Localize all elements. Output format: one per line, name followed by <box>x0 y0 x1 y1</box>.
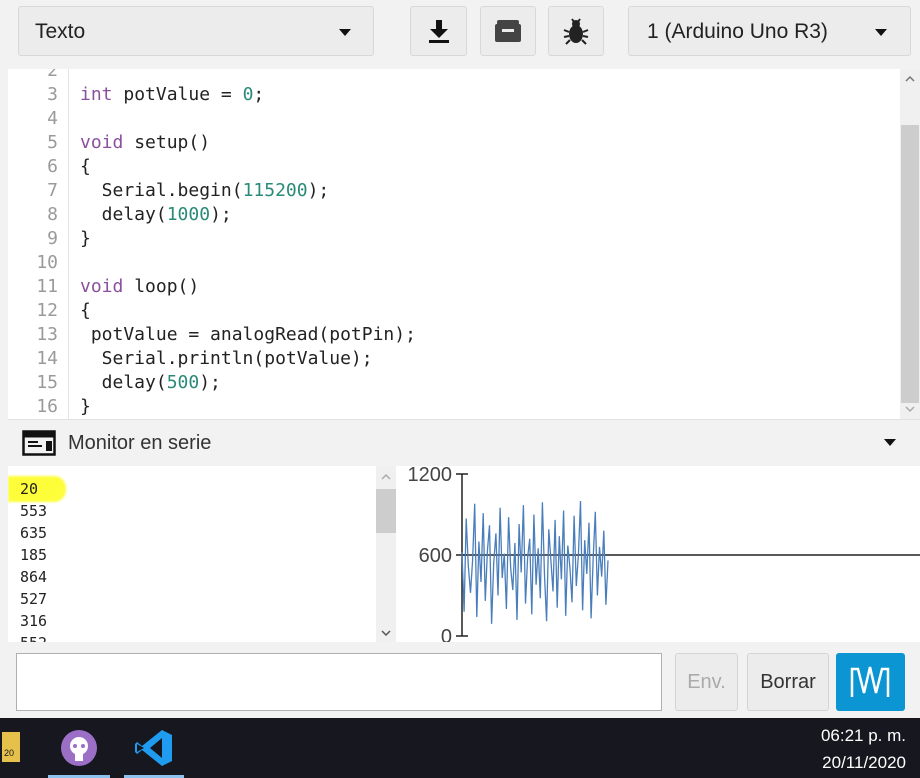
line-number: 4 <box>47 108 58 129</box>
code-text: delay(1000); <box>80 204 232 225</box>
line-number: 11 <box>36 276 58 297</box>
taskbar: 20 06:21 p. m. 20/11/2020 <box>0 718 920 778</box>
board-dropdown-label: 1 (Arduino Uno R3) <box>647 20 828 43</box>
serial-value: 316 <box>20 612 48 630</box>
code-text: } <box>80 396 91 417</box>
serial-value: 185 <box>20 546 48 564</box>
code-text: int potValue = 0; <box>80 84 265 105</box>
code-line[interactable]: 13 potValue = analogRead(potPin); <box>8 323 888 347</box>
chevron-down-icon <box>339 29 351 36</box>
line-number: 12 <box>36 300 58 321</box>
serial-input-row: Env. Borrar <box>0 644 920 718</box>
line-number: 16 <box>36 396 58 417</box>
code-line[interactable]: 3 int potValue = 0; <box>8 83 888 107</box>
archive-icon <box>495 20 521 42</box>
scroll-down-icon[interactable] <box>376 626 396 640</box>
code-line[interactable]: 16} <box>8 395 888 419</box>
serial-monitor-header[interactable]: Monitor en serie <box>8 419 920 467</box>
code-line[interactable]: 4 <box>8 107 888 131</box>
serial-value: 552 <box>20 634 47 642</box>
serial-input-field[interactable] <box>16 653 662 711</box>
mode-dropdown-label: Texto <box>35 20 86 43</box>
github-desktop-taskbar-item[interactable] <box>48 718 110 778</box>
download-icon <box>428 20 449 43</box>
clock-date[interactable]: 20/11/2020 <box>822 753 906 773</box>
clear-button[interactable]: Borrar <box>747 653 829 711</box>
code-line[interactable]: 14 Serial.println(potValue); <box>8 347 888 371</box>
send-button[interactable]: Env. <box>675 653 738 711</box>
line-number: 5 <box>47 132 58 153</box>
taskbar-badge: 20 <box>4 748 15 758</box>
scroll-up-icon[interactable] <box>900 71 920 87</box>
code-text: } <box>80 228 91 249</box>
monitor-window-icon <box>22 430 56 456</box>
line-number: 13 <box>36 324 58 345</box>
waveform-icon <box>850 666 890 697</box>
line-number: 9 <box>47 228 58 249</box>
code-line[interactable]: 6{ <box>8 155 888 179</box>
code-line[interactable]: 7 Serial.begin(115200); <box>8 179 888 203</box>
y-tick-label: 600 <box>419 545 452 567</box>
scroll-down-icon[interactable] <box>900 401 920 417</box>
code-line[interactable]: 8 delay(1000); <box>8 203 888 227</box>
components-button[interactable] <box>480 6 536 56</box>
code-text: void loop() <box>80 276 200 297</box>
code-text: Serial.println(potValue); <box>80 348 373 369</box>
serial-value: 527 <box>20 590 48 608</box>
y-tick-label: 0 <box>441 626 452 642</box>
series-line <box>461 500 609 624</box>
code-text: potValue = analogRead(potPin); <box>80 324 416 345</box>
editor-scrollbar-thumb[interactable] <box>901 125 919 403</box>
debugger-button[interactable] <box>548 6 604 56</box>
board-dropdown[interactable]: 1 (Arduino Uno R3) <box>628 6 911 56</box>
code-text: void setup() <box>80 132 211 153</box>
line-number: 10 <box>36 252 58 273</box>
scroll-up-icon[interactable] <box>376 470 396 484</box>
code-line[interactable]: 5 void setup() <box>8 131 888 155</box>
serial-output[interactable]: 20 553 635 185 864 527 316 552 <box>8 466 376 642</box>
vscode-taskbar-item[interactable] <box>124 718 184 778</box>
line-number: 6 <box>47 156 58 177</box>
y-tick-label: 1200 <box>408 466 453 486</box>
github-icon <box>61 730 97 766</box>
vscode-icon <box>135 730 172 766</box>
serial-monitor-title: Monitor en serie <box>68 432 212 454</box>
line-number: 3 <box>47 84 58 105</box>
serial-plotter: 1200 600 0 <box>396 466 920 642</box>
collapse-chevron-icon[interactable] <box>884 439 896 446</box>
code-line[interactable]: 11 void loop() <box>8 275 888 299</box>
line-number: 8 <box>47 204 58 225</box>
upload-button[interactable] <box>410 6 467 56</box>
code-text: { <box>80 300 91 321</box>
serial-value: 864 <box>20 568 48 586</box>
code-line[interactable]: 2 <box>8 69 888 83</box>
mode-dropdown[interactable]: Texto <box>18 6 374 56</box>
line-number: 2 <box>47 69 58 81</box>
code-text: { <box>80 156 91 177</box>
code-text: Serial.begin(115200); <box>80 180 330 201</box>
line-number: 14 <box>36 348 58 369</box>
code-line[interactable]: 9} <box>8 227 888 251</box>
chevron-down-icon <box>875 29 887 36</box>
serial-value: 20 <box>20 480 39 498</box>
serial-value: 635 <box>20 524 48 542</box>
code-line[interactable]: 15 delay(500); <box>8 371 888 395</box>
code-editor[interactable]: 2 3 int potValue = 0; 4 5 void setup() 6{7 Ser… <box>8 69 920 419</box>
line-number: 15 <box>36 372 58 393</box>
clock-time[interactable]: 06:21 p. m. <box>821 726 906 746</box>
code-line[interactable]: 10 <box>8 251 888 275</box>
plotter-toggle-button[interactable] <box>836 653 905 711</box>
plot-chart: 1200 600 0 <box>408 466 920 642</box>
serial-scrollbar-thumb[interactable] <box>376 489 396 533</box>
line-number: 7 <box>47 180 58 201</box>
bug-icon <box>563 18 589 45</box>
file-explorer-icon[interactable]: 20 <box>2 732 20 762</box>
code-line[interactable]: 12 { <box>8 299 888 323</box>
serial-value: 553 <box>20 502 48 520</box>
code-text: delay(500); <box>80 372 221 393</box>
